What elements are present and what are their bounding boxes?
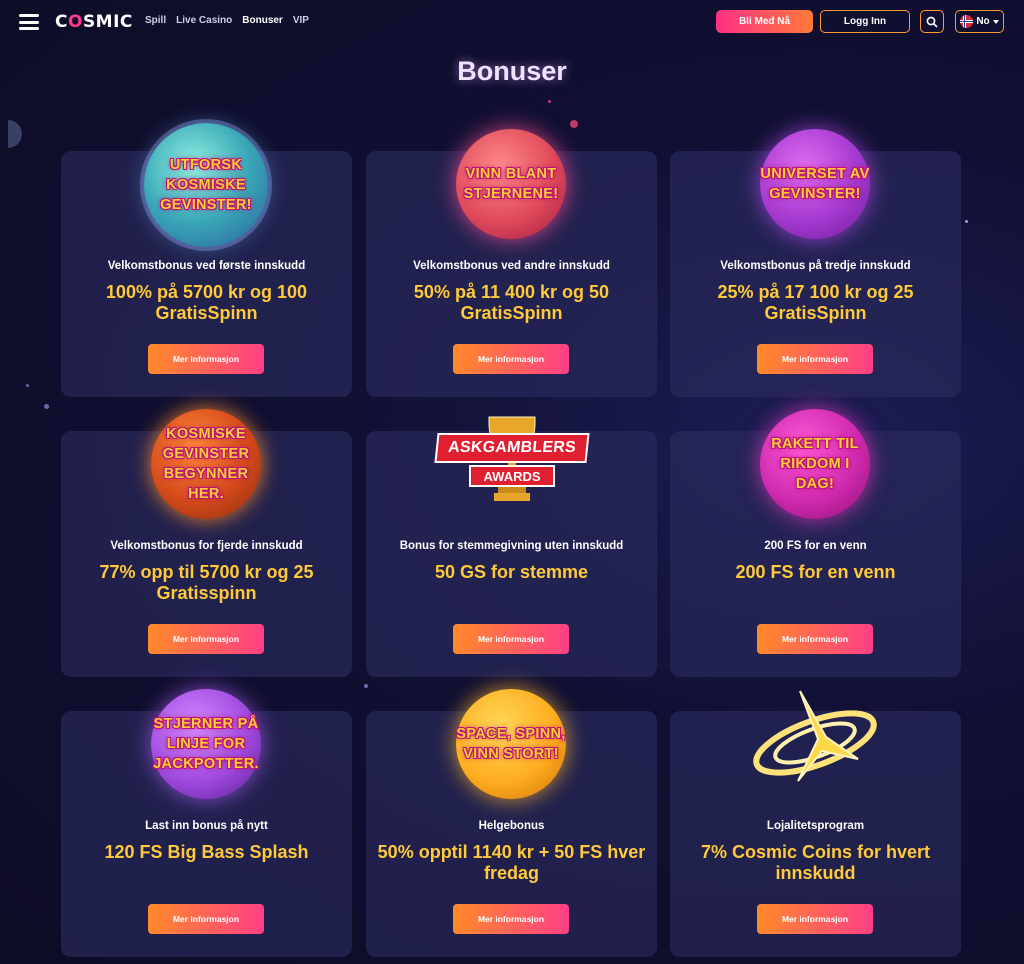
magenta-planet-icon: RAKETT TIL RIKDOM I DAG!	[760, 409, 870, 519]
nav-spill[interactable]: Spill	[145, 15, 166, 26]
page-title: Bonuser	[457, 56, 567, 86]
card-offer: 7% Cosmic Coins for hvert innskudd	[700, 842, 931, 883]
card-subtitle: Velkomstbonus på tredje innskudd	[720, 260, 911, 272]
purple-planet-icon: UNIVERSET AV GEVINSTER!	[760, 129, 870, 239]
join-button[interactable]: Bli Med Nå	[716, 10, 813, 33]
more-info-button[interactable]: Mer informasjon	[148, 624, 264, 654]
bonus-card: STJERNER PÅ LINJE FOR JACKPOTTER. Last i…	[61, 689, 352, 957]
language-label: No	[976, 16, 990, 27]
award-subbanner: AWARDS	[469, 465, 555, 487]
card-offer: 25% på 17 100 kr og 25 GratisSpinn	[717, 282, 914, 323]
red-planet-icon: VINN BLANT STJERNENE!	[456, 129, 566, 239]
card-subtitle: Last inn bonus på nytt	[145, 820, 268, 832]
bonus-card: Lojalitetsprogram 7% Cosmic Coins for hv…	[670, 690, 961, 957]
card-subtitle: Velkomstbonus for fjerde innskudd	[110, 540, 303, 552]
violet-planet-icon: STJERNER PÅ LINJE FOR JACKPOTTER.	[151, 689, 261, 799]
teal-planet-icon: UTFORSK KOSMISKE GEVINSTER!	[144, 123, 268, 247]
orange-planet-icon: KOSMISKE GEVINSTER BEGYNNER HER.	[151, 409, 261, 519]
nav-live-casino[interactable]: Live Casino	[176, 15, 232, 26]
card-art-text: STJERNER PÅ LINJE FOR JACKPOTTER.	[153, 716, 259, 772]
chevron-down-icon	[992, 19, 999, 24]
card-art-text: KOSMISKE GEVINSTER BEGYNNER HER.	[162, 426, 250, 502]
card-offer: 200 FS for en venn	[735, 562, 896, 582]
card-offer: 50% opptil 1140 kr + 50 FS hver fredag	[377, 842, 646, 883]
card-offer: 50% på 11 400 kr og 50 GratisSpinn	[413, 282, 610, 323]
cosmic-logo[interactable]: COSMIC	[55, 12, 133, 32]
card-subtitle: 200 FS for en venn	[764, 540, 867, 552]
galaxy-icon	[753, 690, 877, 782]
card-offer: 77% opp til 5700 kr og 25 Gratisspinn	[99, 562, 314, 603]
norway-flag-icon	[960, 15, 974, 28]
card-art-text: VINN BLANT STJERNENE!	[463, 166, 559, 202]
top-bar: COSMIC Spill Live Casino Bonuser VIP Bli…	[0, 0, 1024, 44]
login-button[interactable]: Logg Inn	[820, 10, 910, 33]
card-art-text: UTFORSK KOSMISKE GEVINSTER!	[160, 157, 252, 213]
card-subtitle: Bonus for stemmegivning uten innskudd	[399, 540, 624, 552]
more-info-button[interactable]: Mer informasjon	[757, 344, 873, 374]
search-icon	[926, 16, 938, 28]
card-art-text: RAKETT TIL RIKDOM I DAG!	[771, 436, 859, 492]
more-info-button[interactable]: Mer informasjon	[453, 344, 569, 374]
bonus-card: VINN BLANT STJERNENE! Velkomstbonus ved …	[366, 129, 657, 397]
card-subtitle: Helgebonus	[478, 820, 545, 832]
bonus-card: ASKGAMBLERS AWARDS Bonus for stemmegivni…	[366, 416, 657, 677]
bonus-card: RAKETT TIL RIKDOM I DAG! 200 FS for en v…	[670, 409, 961, 677]
card-offer: 120 FS Big Bass Splash	[104, 842, 309, 862]
more-info-button[interactable]: Mer informasjon	[757, 904, 873, 934]
card-offer: 100% på 5700 kr og 100 GratisSpinn	[105, 282, 308, 323]
bonus-card: UNIVERSET AV GEVINSTER! Velkomstbonus på…	[670, 129, 961, 397]
nav-vip[interactable]: VIP	[293, 15, 309, 26]
card-art-text: UNIVERSET AV GEVINSTER!	[760, 166, 870, 202]
nav-bonuser[interactable]: Bonuser	[242, 15, 283, 26]
card-art-text: SPACE, SPINN, VINN STORT!	[456, 726, 566, 762]
yellow-planet-icon: SPACE, SPINN, VINN STORT!	[456, 689, 566, 799]
more-info-button[interactable]: Mer informasjon	[757, 624, 873, 654]
menu-icon[interactable]	[19, 14, 39, 30]
more-info-button[interactable]: Mer informasjon	[453, 904, 569, 934]
card-subtitle: Velkomstbonus ved andre innskudd	[413, 260, 610, 272]
language-selector[interactable]: No	[955, 10, 1004, 33]
search-button[interactable]	[920, 10, 944, 33]
more-info-button[interactable]: Mer informasjon	[148, 904, 264, 934]
bonus-card: UTFORSK KOSMISKE GEVINSTER! Velkomstbonu…	[61, 123, 352, 397]
card-subtitle: Velkomstbonus ved første innskudd	[107, 260, 306, 272]
card-subtitle: Lojalitetsprogram	[766, 820, 865, 832]
more-info-button[interactable]: Mer informasjon	[453, 624, 569, 654]
main-nav: Spill Live Casino Bonuser VIP	[145, 15, 309, 26]
award-banner: ASKGAMBLERS	[434, 433, 590, 463]
bonus-card: KOSMISKE GEVINSTER BEGYNNER HER. Velkoms…	[61, 409, 352, 677]
more-info-button[interactable]: Mer informasjon	[148, 344, 264, 374]
askgamblers-award: ASKGAMBLERS AWARDS	[426, 413, 598, 513]
card-offer: 50 GS for stemme	[434, 562, 589, 582]
bonus-card: SPACE, SPINN, VINN STORT! Helgebonus 50%…	[366, 689, 657, 957]
